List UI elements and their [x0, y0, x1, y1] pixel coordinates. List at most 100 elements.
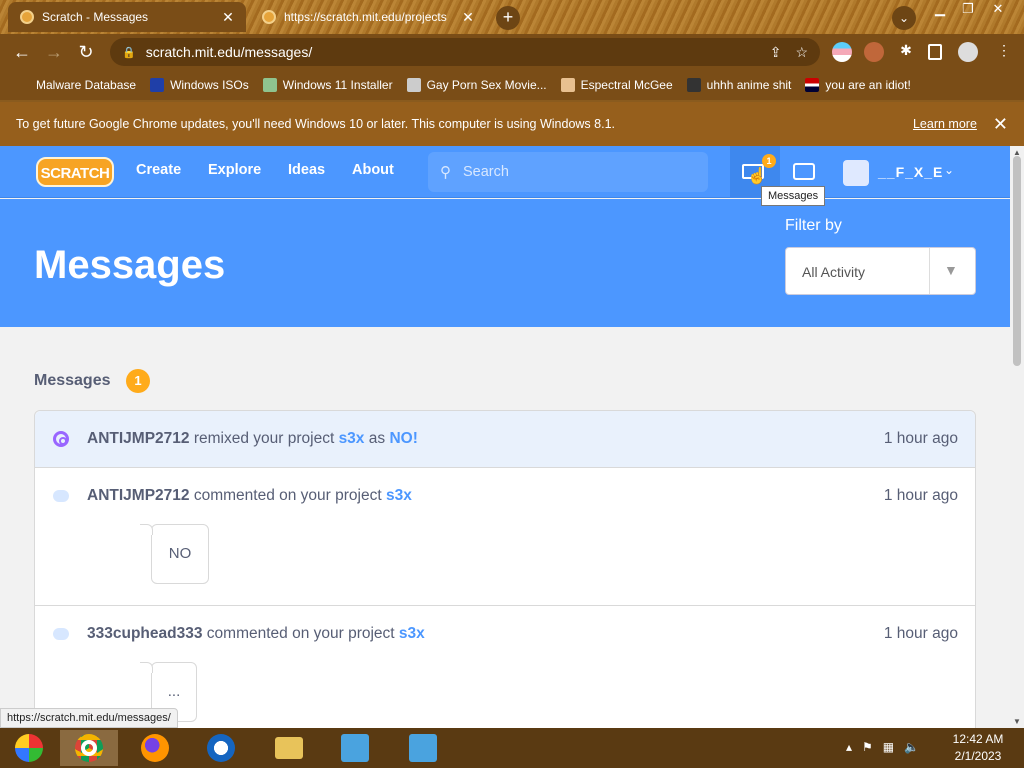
filter-select[interactable]: All Activity ▼: [785, 247, 976, 295]
nav-create[interactable]: Create: [136, 162, 181, 178]
avatar[interactable]: [843, 160, 869, 186]
comment-icon: [53, 490, 69, 502]
url-text: scratch.mit.edu/messages/: [145, 44, 313, 60]
learn-more-link[interactable]: Learn more: [913, 117, 977, 131]
installer-icon: [409, 734, 437, 762]
tab-search-button[interactable]: ⌄: [892, 6, 916, 30]
taskbar-firefox[interactable]: [126, 730, 184, 766]
sheet-icon: [16, 78, 30, 92]
restore-button[interactable]: ❐: [954, 0, 982, 18]
scratch-logo[interactable]: SCRATCH: [36, 157, 114, 187]
user-link[interactable]: ANTIJMP2712: [87, 430, 190, 447]
list-item: ANTIJMP2712 commented on your project s3…: [35, 468, 975, 606]
scratch-navbar: SCRATCH Create Explore Ideas About ⚲ Sea…: [0, 146, 1010, 198]
flag-icon[interactable]: ⚑: [862, 740, 873, 754]
page-title: Messages: [34, 243, 226, 287]
bookmark-star-icon[interactable]: ☆: [795, 44, 808, 61]
infobar-message: To get future Google Chrome updates, you…: [16, 117, 615, 131]
timestamp: 1 hour ago: [883, 487, 958, 504]
start-icon: [15, 734, 43, 762]
remix-icon: [53, 431, 69, 447]
message-text: ANTIJMP2712 remixed your project s3x as …: [87, 430, 418, 447]
chrome-icon: [75, 734, 103, 762]
project-link[interactable]: s3x: [399, 625, 425, 642]
message-text: 333cuphead333 commented on your project …: [87, 625, 425, 642]
nav-explore[interactable]: Explore: [208, 162, 261, 178]
network-icon[interactable]: ▦: [883, 740, 894, 754]
clock[interactable]: 12:42 AM 2/1/2023: [946, 731, 1010, 765]
messages-tooltip: Messages: [761, 186, 826, 206]
close-icon[interactable]: ✕: [993, 114, 1008, 135]
new-tab-button[interactable]: +: [496, 6, 520, 30]
folder-icon: [275, 737, 303, 759]
flag-icon: [805, 78, 820, 92]
message-list: ANTIJMP2712 remixed your project s3x as …: [34, 410, 976, 728]
menu-kebab-icon[interactable]: ⋮: [994, 42, 1014, 62]
close-icon[interactable]: ✕: [460, 9, 476, 26]
page-scrollbar[interactable]: ▲ ▼: [1010, 146, 1024, 728]
scroll-down-icon[interactable]: ▼: [1010, 717, 1024, 726]
bookmark-item[interactable]: Windows 11 Installer: [262, 78, 393, 92]
chevron-down-icon[interactable]: ⌄: [944, 163, 954, 177]
start-button[interactable]: [0, 730, 58, 766]
chevron-down-icon: ▼: [944, 262, 958, 278]
taskbar-installer[interactable]: [326, 730, 384, 766]
username[interactable]: __F_X_E: [878, 164, 943, 180]
message-text: ANTIJMP2712 commented on your project s3…: [87, 487, 412, 504]
filter-value: All Activity: [802, 264, 866, 280]
tab-scratch-messages[interactable]: Scratch - Messages ✕: [8, 2, 246, 32]
minimize-button[interactable]: ▁: [926, 0, 954, 18]
lock-icon: 🔒: [122, 46, 136, 59]
window-close-button[interactable]: ✕: [984, 0, 1012, 18]
x-icon: [150, 78, 165, 92]
windows-taskbar: ▴ ⚑ ▦ 🔈 12:42 AM 2/1/2023: [0, 728, 1024, 768]
user-link[interactable]: 333cuphead333: [87, 625, 202, 642]
bookmark-item[interactable]: uhhh anime shit: [686, 78, 791, 92]
scratch-favicon-icon: [20, 10, 34, 24]
chevron-up-icon[interactable]: ▴: [846, 740, 852, 754]
profile-icon[interactable]: [958, 42, 978, 62]
face-icon: [560, 78, 575, 92]
bookmark-item[interactable]: Espectral McGee: [560, 78, 673, 92]
bookmark-item[interactable]: you are an idiot!: [805, 78, 911, 92]
extensions-puzzle-icon[interactable]: ✱: [896, 42, 916, 62]
share-icon[interactable]: ⇪: [770, 44, 782, 61]
hand-cursor-icon: ☝: [747, 168, 767, 185]
nav-about[interactable]: About: [352, 162, 394, 178]
project-link[interactable]: s3x: [339, 430, 365, 447]
globe-icon: [406, 78, 421, 92]
forward-button[interactable]: →: [42, 40, 66, 64]
volume-icon[interactable]: 🔈: [904, 740, 919, 754]
back-button[interactable]: ←: [10, 40, 34, 64]
search-input[interactable]: ⚲ Search: [428, 152, 708, 192]
bookmark-item[interactable]: Gay Porn Sex Movie...: [406, 78, 547, 92]
taskbar-chrome[interactable]: [60, 730, 118, 766]
system-tray: ▴ ⚑ ▦ 🔈: [846, 740, 919, 754]
scrollbar-thumb[interactable]: [1013, 156, 1021, 366]
tab-scratch-project[interactable]: https://scratch.mit.edu/projects ✕: [250, 2, 486, 32]
reload-button[interactable]: ↻: [74, 40, 98, 64]
tab-title: Scratch - Messages: [42, 10, 149, 24]
update-infobar: To get future Google Chrome updates, you…: [0, 102, 1024, 146]
nav-ideas[interactable]: Ideas: [288, 162, 325, 178]
taskbar-installer-2[interactable]: [394, 730, 452, 766]
remix-link[interactable]: NO!: [389, 430, 417, 447]
project-link[interactable]: s3x: [386, 487, 412, 504]
close-icon[interactable]: ✕: [220, 9, 236, 26]
bookmark-item[interactable]: Malware Database: [16, 78, 136, 92]
taskbar-explorer[interactable]: [260, 730, 318, 766]
my-stuff-folder-icon[interactable]: [793, 163, 815, 180]
comment-icon: [53, 628, 69, 640]
user-link[interactable]: ANTIJMP2712: [87, 487, 190, 504]
clock-time: 12:42 AM: [952, 732, 1004, 746]
bookmarks-bar: Malware Database Windows ISOs Windows 11…: [0, 70, 1024, 100]
app-logo-icon: [207, 734, 235, 762]
extension-avatar-icon[interactable]: [864, 42, 884, 62]
messages-section-title: Messages: [34, 372, 111, 389]
bookmark-item[interactable]: Windows ISOs: [150, 78, 249, 92]
address-bar[interactable]: 🔒 scratch.mit.edu/messages/ ⇪ ☆: [110, 38, 820, 66]
taskbar-app[interactable]: [192, 730, 250, 766]
side-panel-icon[interactable]: [928, 44, 942, 60]
divider: [929, 248, 930, 294]
extension-flag-icon[interactable]: [832, 42, 852, 62]
